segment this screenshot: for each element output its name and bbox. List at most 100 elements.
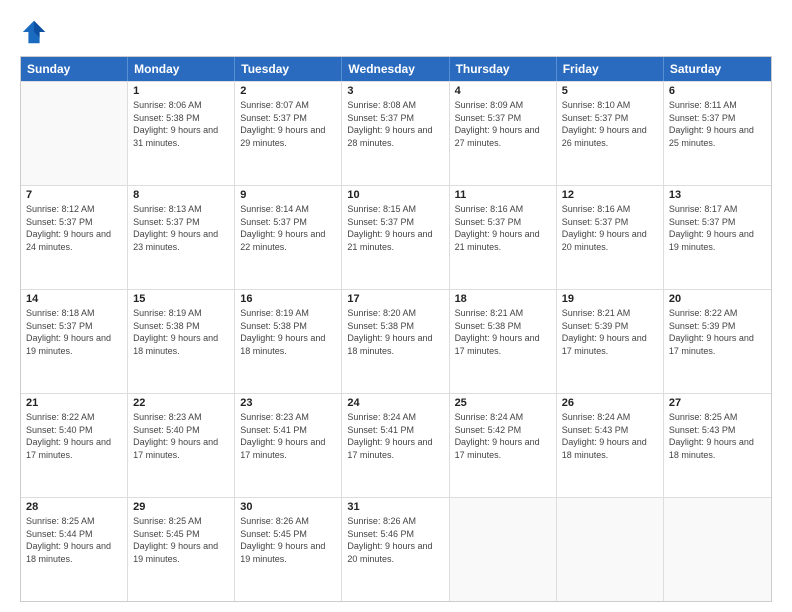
header <box>20 18 772 46</box>
calendar-cell: 7 Sunrise: 8:12 AMSunset: 5:37 PMDaylight… <box>21 186 128 289</box>
cell-sun-info: Sunrise: 8:10 AMSunset: 5:37 PMDaylight:… <box>562 99 658 149</box>
calendar-cell: 8 Sunrise: 8:13 AMSunset: 5:37 PMDaylight… <box>128 186 235 289</box>
cell-sun-info: Sunrise: 8:09 AMSunset: 5:37 PMDaylight:… <box>455 99 551 149</box>
day-number: 9 <box>240 189 336 201</box>
calendar-day-header: Sunday <box>21 57 128 81</box>
calendar-week-row: 21Sunrise: 8:22 AMSunset: 5:40 PMDayligh… <box>21 393 771 497</box>
calendar-cell: 17 Sunrise: 8:20 AMSunset: 5:38 PMDayligh… <box>342 290 449 393</box>
cell-sun-info: Sunrise: 8:24 AMSunset: 5:42 PMDaylight:… <box>455 411 551 461</box>
day-number: 7 <box>26 189 122 201</box>
calendar-cell: 21Sunrise: 8:22 AMSunset: 5:40 PMDayligh… <box>21 394 128 497</box>
cell-sun-info: Sunrise: 8:23 AMSunset: 5:40 PMDaylight:… <box>133 411 229 461</box>
cell-sun-info: Sunrise: 8:26 AMSunset: 5:46 PMDaylight:… <box>347 515 443 565</box>
cell-sun-info: Sunrise: 8:13 AMSunset: 5:37 PMDaylight:… <box>133 203 229 253</box>
cell-sun-info: Sunrise: 8:16 AMSunset: 5:37 PMDaylight:… <box>562 203 658 253</box>
day-number: 3 <box>347 85 443 97</box>
day-number: 10 <box>347 189 443 201</box>
day-number: 22 <box>133 397 229 409</box>
day-number: 29 <box>133 501 229 513</box>
cell-sun-info: Sunrise: 8:25 AMSunset: 5:44 PMDaylight:… <box>26 515 122 565</box>
calendar-header-row: SundayMondayTuesdayWednesdayThursdayFrid… <box>21 57 771 81</box>
calendar-body: 1 Sunrise: 8:06 AMSunset: 5:38 PMDaylight… <box>21 81 771 601</box>
calendar-cell: 19 Sunrise: 8:21 AMSunset: 5:39 PMDayligh… <box>557 290 664 393</box>
calendar-cell: 26 Sunrise: 8:24 AMSunset: 5:43 PMDayligh… <box>557 394 664 497</box>
calendar-cell <box>21 82 128 185</box>
cell-sun-info: Sunrise: 8:23 AMSunset: 5:41 PMDaylight:… <box>240 411 336 461</box>
calendar-week-row: 7 Sunrise: 8:12 AMSunset: 5:37 PMDaylight… <box>21 185 771 289</box>
calendar-cell: 12 Sunrise: 8:16 AMSunset: 5:37 PMDayligh… <box>557 186 664 289</box>
cell-sun-info: Sunrise: 8:16 AMSunset: 5:37 PMDaylight:… <box>455 203 551 253</box>
cell-sun-info: Sunrise: 8:15 AMSunset: 5:37 PMDaylight:… <box>347 203 443 253</box>
day-number: 20 <box>669 293 766 305</box>
calendar-day-header: Friday <box>557 57 664 81</box>
cell-sun-info: Sunrise: 8:26 AMSunset: 5:45 PMDaylight:… <box>240 515 336 565</box>
calendar-cell: 16 Sunrise: 8:19 AMSunset: 5:38 PMDayligh… <box>235 290 342 393</box>
calendar-cell: 10 Sunrise: 8:15 AMSunset: 5:37 PMDayligh… <box>342 186 449 289</box>
page: SundayMondayTuesdayWednesdayThursdayFrid… <box>0 0 792 612</box>
calendar-week-row: 1 Sunrise: 8:06 AMSunset: 5:38 PMDaylight… <box>21 81 771 185</box>
calendar-cell: 30 Sunrise: 8:26 AMSunset: 5:45 PMDayligh… <box>235 498 342 601</box>
calendar-cell: 18Sunrise: 8:21 AMSunset: 5:38 PMDayligh… <box>450 290 557 393</box>
cell-sun-info: Sunrise: 8:06 AMSunset: 5:38 PMDaylight:… <box>133 99 229 149</box>
day-number: 4 <box>455 85 551 97</box>
day-number: 30 <box>240 501 336 513</box>
calendar-cell: 4 Sunrise: 8:09 AMSunset: 5:37 PMDaylight… <box>450 82 557 185</box>
calendar-cell <box>664 498 771 601</box>
day-number: 26 <box>562 397 658 409</box>
day-number: 19 <box>562 293 658 305</box>
cell-sun-info: Sunrise: 8:14 AMSunset: 5:37 PMDaylight:… <box>240 203 336 253</box>
day-number: 13 <box>669 189 766 201</box>
cell-sun-info: Sunrise: 8:12 AMSunset: 5:37 PMDaylight:… <box>26 203 122 253</box>
cell-sun-info: Sunrise: 8:25 AMSunset: 5:43 PMDaylight:… <box>669 411 766 461</box>
calendar-day-header: Wednesday <box>342 57 449 81</box>
calendar-cell: 23 Sunrise: 8:23 AMSunset: 5:41 PMDayligh… <box>235 394 342 497</box>
day-number: 17 <box>347 293 443 305</box>
calendar-cell: 11 Sunrise: 8:16 AMSunset: 5:37 PMDayligh… <box>450 186 557 289</box>
cell-sun-info: Sunrise: 8:17 AMSunset: 5:37 PMDaylight:… <box>669 203 766 253</box>
calendar-cell: 31 Sunrise: 8:26 AMSunset: 5:46 PMDayligh… <box>342 498 449 601</box>
cell-sun-info: Sunrise: 8:24 AMSunset: 5:43 PMDaylight:… <box>562 411 658 461</box>
calendar-cell: 13 Sunrise: 8:17 AMSunset: 5:37 PMDayligh… <box>664 186 771 289</box>
calendar-cell: 24 Sunrise: 8:24 AMSunset: 5:41 PMDayligh… <box>342 394 449 497</box>
cell-sun-info: Sunrise: 8:22 AMSunset: 5:40 PMDaylight:… <box>26 411 122 461</box>
day-number: 2 <box>240 85 336 97</box>
calendar-cell: 9 Sunrise: 8:14 AMSunset: 5:37 PMDaylight… <box>235 186 342 289</box>
calendar-week-row: 28 Sunrise: 8:25 AMSunset: 5:44 PMDayligh… <box>21 497 771 601</box>
cell-sun-info: Sunrise: 8:24 AMSunset: 5:41 PMDaylight:… <box>347 411 443 461</box>
day-number: 15 <box>133 293 229 305</box>
calendar-cell <box>557 498 664 601</box>
cell-sun-info: Sunrise: 8:07 AMSunset: 5:37 PMDaylight:… <box>240 99 336 149</box>
cell-sun-info: Sunrise: 8:22 AMSunset: 5:39 PMDaylight:… <box>669 307 766 357</box>
day-number: 12 <box>562 189 658 201</box>
cell-sun-info: Sunrise: 8:20 AMSunset: 5:38 PMDaylight:… <box>347 307 443 357</box>
calendar-cell: 1 Sunrise: 8:06 AMSunset: 5:38 PMDaylight… <box>128 82 235 185</box>
calendar-cell: 22 Sunrise: 8:23 AMSunset: 5:40 PMDayligh… <box>128 394 235 497</box>
calendar-day-header: Thursday <box>450 57 557 81</box>
day-number: 1 <box>133 85 229 97</box>
calendar-cell: 2 Sunrise: 8:07 AMSunset: 5:37 PMDaylight… <box>235 82 342 185</box>
cell-sun-info: Sunrise: 8:19 AMSunset: 5:38 PMDaylight:… <box>133 307 229 357</box>
calendar-cell: 15 Sunrise: 8:19 AMSunset: 5:38 PMDayligh… <box>128 290 235 393</box>
day-number: 14 <box>26 293 122 305</box>
calendar-cell: 6Sunrise: 8:11 AMSunset: 5:37 PMDaylight… <box>664 82 771 185</box>
cell-sun-info: Sunrise: 8:18 AMSunset: 5:37 PMDaylight:… <box>26 307 122 357</box>
day-number: 16 <box>240 293 336 305</box>
calendar-day-header: Saturday <box>664 57 771 81</box>
calendar-cell: 14 Sunrise: 8:18 AMSunset: 5:37 PMDayligh… <box>21 290 128 393</box>
day-number: 8 <box>133 189 229 201</box>
cell-sun-info: Sunrise: 8:21 AMSunset: 5:39 PMDaylight:… <box>562 307 658 357</box>
day-number: 28 <box>26 501 122 513</box>
calendar-day-header: Monday <box>128 57 235 81</box>
calendar-cell <box>450 498 557 601</box>
day-number: 24 <box>347 397 443 409</box>
day-number: 11 <box>455 189 551 201</box>
day-number: 23 <box>240 397 336 409</box>
calendar-cell: 3 Sunrise: 8:08 AMSunset: 5:37 PMDaylight… <box>342 82 449 185</box>
day-number: 18 <box>455 293 551 305</box>
cell-sun-info: Sunrise: 8:08 AMSunset: 5:37 PMDaylight:… <box>347 99 443 149</box>
cell-sun-info: Sunrise: 8:25 AMSunset: 5:45 PMDaylight:… <box>133 515 229 565</box>
calendar-cell: 20 Sunrise: 8:22 AMSunset: 5:39 PMDayligh… <box>664 290 771 393</box>
day-number: 31 <box>347 501 443 513</box>
day-number: 6 <box>669 85 766 97</box>
cell-sun-info: Sunrise: 8:19 AMSunset: 5:38 PMDaylight:… <box>240 307 336 357</box>
